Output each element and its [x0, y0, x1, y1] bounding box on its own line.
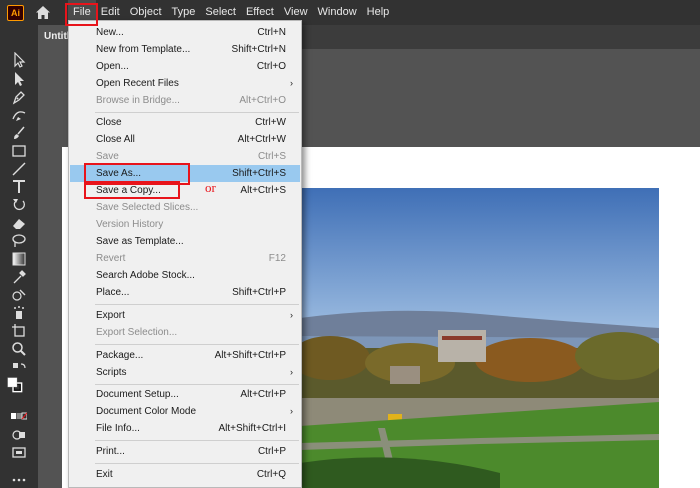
selection-tool-icon[interactable]	[11, 52, 27, 68]
menu-separator	[95, 384, 299, 385]
curvature-tool-icon[interactable]	[11, 107, 27, 123]
zoom-tool-icon[interactable]	[11, 341, 27, 357]
menu-item-browse-in-bridge: Browse in Bridge... Alt+Ctrl+O	[96, 95, 286, 106]
eyedropper-tool-icon[interactable]	[11, 269, 27, 285]
menu-item-file-info[interactable]: File Info... Alt+Shift+Ctrl+I	[70, 420, 300, 437]
eraser-tool-icon[interactable]	[11, 215, 27, 231]
type-tool-icon[interactable]	[11, 179, 27, 195]
gradient-tool-icon[interactable]	[11, 251, 27, 267]
line-segment-tool-icon[interactable]	[11, 161, 27, 177]
color-mode-icons[interactable]	[11, 409, 27, 425]
chevron-right-icon: ›	[290, 78, 293, 88]
menu-item-place[interactable]: Place... Shift+Ctrl+P	[70, 284, 300, 301]
screen-mode-icon[interactable]	[11, 445, 27, 461]
menu-item-open-recent-files[interactable]: Open Recent Files ›	[70, 75, 300, 92]
menu-separator	[95, 344, 299, 345]
home-icon[interactable]	[35, 5, 51, 20]
direct-selection-tool-icon[interactable]	[11, 71, 27, 87]
menu-window[interactable]: Window	[313, 0, 362, 25]
menu-item-print[interactable]: Print... Ctrl+P	[70, 443, 300, 460]
menu-separator	[95, 112, 299, 113]
menu-item-new-from-template[interactable]: New from Template... Shift+Ctrl+N	[70, 41, 300, 58]
pen-tool-icon[interactable]	[11, 89, 27, 105]
menu-item-save-selected-slices: Save Selected Slices...	[96, 202, 199, 213]
file-menu-dropdown: New... Ctrl+N New from Template... Shift+C…	[68, 20, 302, 488]
paintbrush-tool-icon[interactable]	[11, 125, 27, 141]
menu-item-document-color-mode[interactable]: Document Color Mode ›	[70, 403, 300, 420]
menu-item-export-selection: Export Selection...	[96, 327, 178, 338]
menu-item-search-adobe-stock[interactable]: Search Adobe Stock...	[70, 267, 300, 284]
file-menu-highlight-box	[65, 3, 98, 26]
swap-colors-icon[interactable]	[11, 361, 27, 377]
fill-stroke-swatch[interactable]	[7, 377, 31, 401]
or-annotation: or	[205, 180, 216, 195]
menu-separator	[95, 440, 299, 441]
drawing-mode-icon[interactable]	[11, 427, 27, 443]
symbol-sprayer-tool-icon[interactable]	[11, 305, 27, 321]
menu-item-close[interactable]: Close Ctrl+W	[70, 114, 300, 131]
menu-item-document-setup[interactable]: Document Setup... Alt+Ctrl+P	[70, 386, 300, 403]
menu-separator	[95, 304, 299, 305]
lasso-tool-icon[interactable]	[11, 233, 27, 249]
rotate-tool-icon[interactable]	[11, 197, 27, 213]
chevron-right-icon: ›	[290, 310, 293, 320]
rectangle-tool-icon[interactable]	[11, 143, 27, 159]
menu-item-open[interactable]: Open... Ctrl+O	[70, 58, 300, 75]
menu-item-scripts[interactable]: Scripts ›	[70, 364, 300, 381]
illustrator-logo: Ai	[7, 5, 24, 21]
chevron-right-icon: ›	[290, 406, 293, 416]
menu-item-export[interactable]: Export ›	[70, 307, 300, 324]
menu-item-exit[interactable]: Exit Ctrl+Q	[70, 466, 300, 483]
shape-builder-tool-icon[interactable]	[11, 287, 27, 303]
menu-item-close-all[interactable]: Close All Alt+Ctrl+W	[70, 131, 300, 148]
tools-panel	[0, 25, 38, 488]
more-tools-icon[interactable]	[11, 472, 27, 488]
menu-item-new[interactable]: New... Ctrl+N	[70, 24, 300, 41]
menu-item-revert: Revert F12	[96, 253, 286, 264]
menu-separator	[95, 463, 299, 464]
placed-landscape-photo[interactable]	[300, 188, 659, 488]
menu-item-package[interactable]: Package... Alt+Shift+Ctrl+P	[70, 347, 300, 364]
menu-help[interactable]: Help	[362, 0, 395, 25]
menu-item-version-history: Version History	[96, 219, 164, 230]
chevron-right-icon: ›	[290, 367, 293, 377]
menu-item-save-as-template[interactable]: Save as Template...	[70, 233, 300, 250]
artboard-tool-icon[interactable]	[11, 323, 27, 339]
save-a-copy-highlight-box	[84, 181, 180, 199]
